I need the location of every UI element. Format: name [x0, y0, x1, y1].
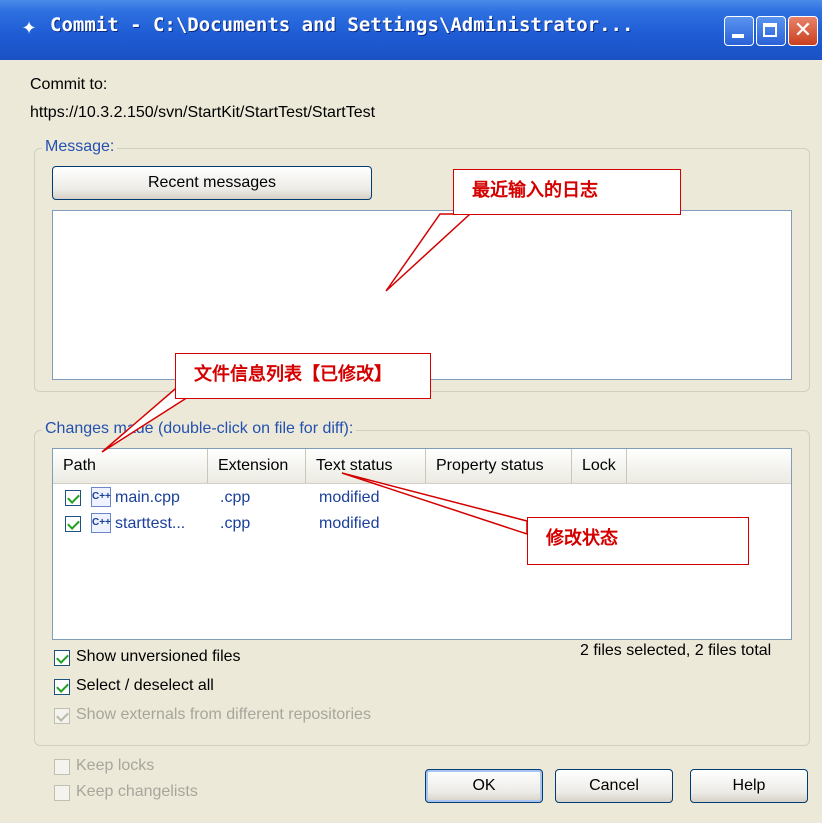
- commit-to-label: Commit to:: [30, 76, 108, 93]
- keep-changelists-checkbox: [54, 785, 70, 801]
- close-button[interactable]: ✕: [788, 16, 818, 46]
- window-title: Commit - C:\Documents and Settings\Admin…: [50, 14, 634, 36]
- maximize-button[interactable]: [756, 16, 786, 46]
- ok-button[interactable]: OK: [425, 769, 543, 803]
- table-row[interactable]: C++ main.cpp .cpp modified: [53, 485, 791, 511]
- repository-url: https://10.3.2.150/svn/StartKit/StartTes…: [30, 104, 376, 121]
- select-all-checkbox[interactable]: [54, 679, 70, 695]
- recent-messages-button[interactable]: Recent messages: [52, 166, 372, 200]
- list-header: Path Extension Text status Property stat…: [53, 449, 791, 484]
- files-summary: 2 files selected, 2 files total: [580, 642, 772, 659]
- column-header-extension[interactable]: Extension: [208, 449, 306, 483]
- commit-dialog: ✦ Commit - C:\Documents and Settings\Adm…: [0, 0, 822, 823]
- cell-extension: .cpp: [220, 489, 251, 506]
- column-header-property-status[interactable]: Property status: [426, 449, 572, 483]
- cancel-button[interactable]: Cancel: [555, 769, 673, 803]
- minimize-button[interactable]: [724, 16, 754, 46]
- cell-path: main.cpp: [115, 489, 180, 506]
- cell-extension: .cpp: [220, 515, 251, 532]
- keep-changelists-label: Keep changelists: [76, 783, 198, 800]
- cpp-file-icon: C++: [91, 513, 111, 533]
- show-unversioned-checkbox[interactable]: [54, 650, 70, 666]
- show-externals-label: Show externals from different repositori…: [76, 706, 371, 723]
- show-unversioned-label[interactable]: Show unversioned files: [76, 648, 241, 666]
- title-bar[interactable]: ✦ Commit - C:\Documents and Settings\Adm…: [0, 0, 822, 60]
- annotation-modified-status: 修改状态: [527, 517, 749, 565]
- cpp-file-icon: C++: [91, 487, 111, 507]
- annotation-recent-log: 最近输入的日志: [453, 169, 681, 215]
- column-header-lock[interactable]: Lock: [572, 449, 627, 483]
- keep-locks-checkbox: [54, 759, 70, 775]
- close-icon: ✕: [793, 18, 813, 43]
- tortoise-svn-icon: ✦: [21, 18, 37, 39]
- column-header-text-status[interactable]: Text status: [306, 449, 426, 483]
- show-externals-checkbox: [54, 708, 70, 724]
- help-button[interactable]: Help: [690, 769, 808, 803]
- annotation-file-list: 文件信息列表【已修改】: [175, 353, 431, 399]
- select-all-label[interactable]: Select / deselect all: [76, 677, 214, 695]
- keep-locks-label: Keep locks: [76, 757, 155, 774]
- cell-text-status: modified: [319, 515, 380, 532]
- row-checkbox[interactable]: [65, 490, 81, 506]
- cell-text-status: modified: [319, 489, 380, 506]
- message-legend: Message:: [42, 138, 118, 156]
- row-checkbox[interactable]: [65, 516, 81, 532]
- changes-legend: Changes made (double-click on file for d…: [42, 420, 357, 438]
- cell-path: starttest...: [115, 515, 186, 532]
- column-header-path[interactable]: Path: [53, 449, 208, 483]
